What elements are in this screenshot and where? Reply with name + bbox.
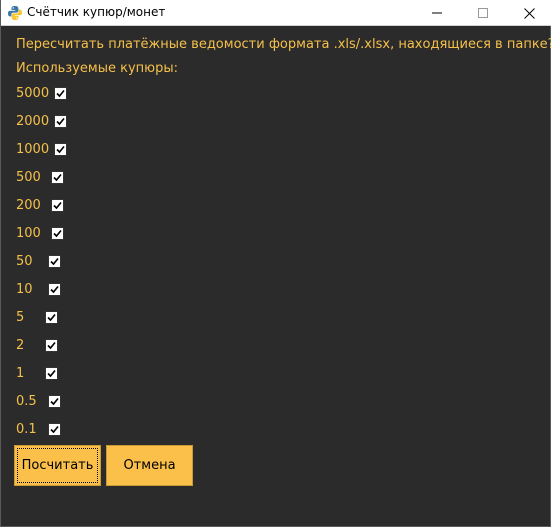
denomination-label: 1000 bbox=[16, 142, 50, 157]
denomination-checkbox[interactable] bbox=[51, 227, 64, 240]
denomination-checkbox[interactable] bbox=[48, 395, 61, 408]
maximize-icon bbox=[478, 8, 488, 18]
python-icon bbox=[7, 5, 23, 21]
denomination-checkbox[interactable] bbox=[54, 115, 67, 128]
denomination-label: 1 bbox=[16, 366, 25, 381]
denomination-label: 2 bbox=[16, 338, 25, 353]
checkmark-icon bbox=[47, 341, 56, 350]
count-button[interactable]: Посчитать bbox=[14, 445, 101, 486]
dialog-content: Пересчитать платёжные ведомости формата … bbox=[1, 26, 551, 527]
checkmark-icon bbox=[50, 285, 59, 294]
denomination-label: 5000 bbox=[16, 86, 50, 101]
denomination-checkbox[interactable] bbox=[48, 423, 61, 436]
denomination-label: 2000 bbox=[16, 114, 50, 129]
denomination-label: 200 bbox=[16, 198, 41, 213]
denomination-label: 10 bbox=[16, 282, 33, 297]
window-title: Счётчик купюр/монет bbox=[27, 5, 166, 19]
checkmark-icon bbox=[53, 201, 62, 210]
question-text: Пересчитать платёжные ведомости формата … bbox=[16, 37, 551, 52]
checkmark-icon bbox=[50, 257, 59, 266]
close-button[interactable] bbox=[506, 0, 551, 26]
used-denominations-label: Используемые купюры: bbox=[16, 61, 178, 76]
cancel-button[interactable]: Отмена bbox=[106, 445, 193, 486]
checkmark-icon bbox=[56, 117, 65, 126]
checkmark-icon bbox=[56, 89, 65, 98]
checkmark-icon bbox=[50, 425, 59, 434]
maximize-button[interactable] bbox=[460, 0, 506, 26]
denomination-checkbox[interactable] bbox=[51, 199, 64, 212]
close-icon bbox=[523, 7, 535, 19]
denomination-label: 0.1 bbox=[16, 422, 37, 437]
denomination-label: 50 bbox=[16, 254, 33, 269]
app-window: Счётчик купюр/монет Пересчитать платёжны… bbox=[0, 0, 551, 527]
denomination-checkbox[interactable] bbox=[51, 171, 64, 184]
minimize-icon bbox=[432, 12, 442, 14]
checkmark-icon bbox=[47, 313, 56, 322]
checkmark-icon bbox=[53, 173, 62, 182]
denomination-label: 100 bbox=[16, 226, 41, 241]
checkmark-icon bbox=[53, 229, 62, 238]
denomination-label: 0.5 bbox=[16, 394, 37, 409]
denomination-checkbox[interactable] bbox=[45, 339, 58, 352]
denomination-label: 500 bbox=[16, 170, 41, 185]
checkmark-icon bbox=[56, 145, 65, 154]
denomination-checkbox[interactable] bbox=[54, 87, 67, 100]
denomination-checkbox[interactable] bbox=[45, 367, 58, 380]
denomination-checkbox[interactable] bbox=[48, 255, 61, 268]
denomination-label: 5 bbox=[16, 310, 25, 325]
denomination-checkbox[interactable] bbox=[54, 143, 67, 156]
checkmark-icon bbox=[47, 369, 56, 378]
denomination-checkbox[interactable] bbox=[48, 283, 61, 296]
title-bar[interactable]: Счётчик купюр/монет bbox=[1, 0, 551, 26]
denomination-checkbox[interactable] bbox=[45, 311, 58, 324]
checkmark-icon bbox=[50, 397, 59, 406]
minimize-button[interactable] bbox=[414, 0, 460, 26]
